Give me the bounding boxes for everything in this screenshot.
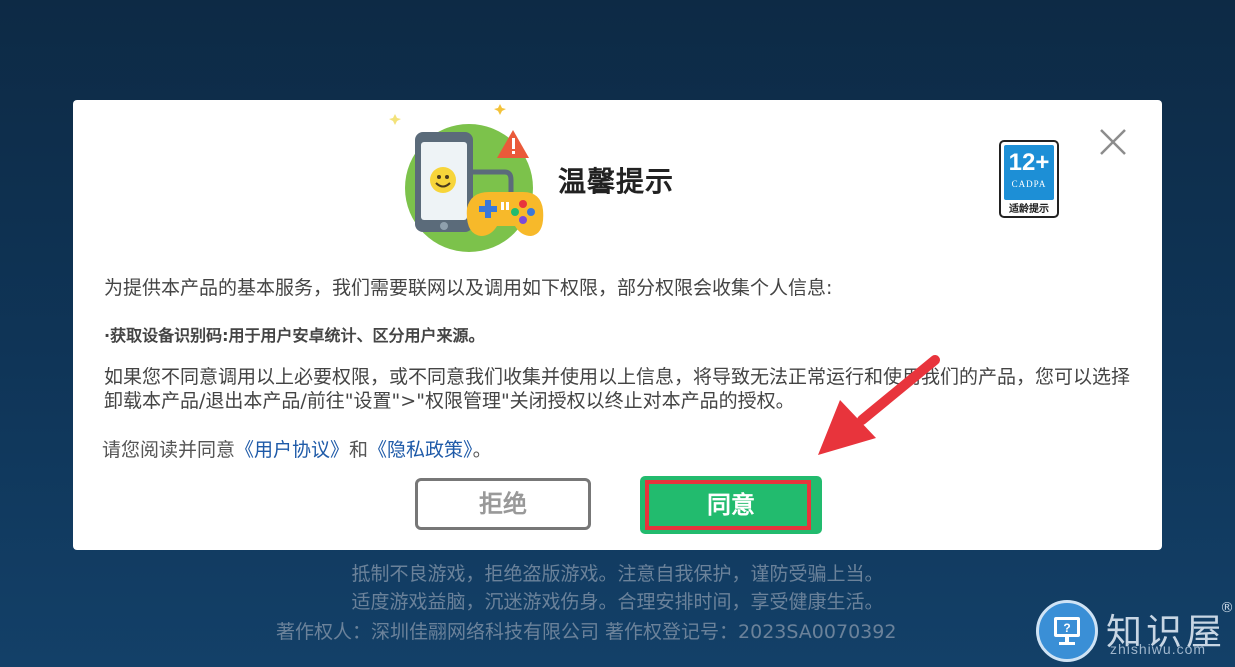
consent-line: 请您阅读并同意《用户协议》和《隐私政策》。 xyxy=(102,435,492,462)
intro-text: 为提供本产品的基本服务，我们需要联网以及调用如下权限，部分权限会收集个人信息: xyxy=(104,277,833,299)
footer-line-1: 抵制不良游戏，拒绝盗版游戏。注意自我保护，谨防受骗上当。 xyxy=(351,563,884,585)
consent-and: 和 xyxy=(349,439,369,461)
permission-dialog: 温馨提示 12+ CADPA 适龄提示 为提供本产品的基本服务，我们需要联网以及… xyxy=(73,100,1162,550)
help-monitor-icon: ? xyxy=(1036,600,1098,662)
age-rating-note: 适龄提示 xyxy=(1009,204,1049,215)
disclaimer-text: 如果您不同意调用以上必要权限，或不同意我们收集并使用以上信息，将导致无法正常运行… xyxy=(104,366,1131,412)
close-icon[interactable] xyxy=(1093,122,1133,162)
age-rating-badge: 12+ CADPA 适龄提示 xyxy=(999,140,1059,218)
permission-item: ·获取设备识别码:用于用户安卓统计、区分用户来源。 xyxy=(104,326,485,345)
refuse-button[interactable]: 拒绝 xyxy=(415,478,591,530)
age-rating-top: 12+ CADPA xyxy=(1004,145,1054,200)
privacy-policy-link[interactable]: 《隐私政策》 xyxy=(368,439,473,461)
age-rating-value: 12+ xyxy=(1008,149,1050,176)
consent-prefix: 请您阅读并同意 xyxy=(102,439,236,461)
user-agreement-link[interactable]: 《用户协议》 xyxy=(235,439,349,461)
consent-suffix: 。 xyxy=(472,439,492,461)
watermark-sub: zhishiwu.com xyxy=(1110,641,1207,657)
footer-copyright: 著作权人：深圳佳翮网络科技有限公司 著作权登记号：2023SA0070392 xyxy=(276,621,897,643)
dialog-title: 温馨提示 xyxy=(558,165,675,198)
game-phone-illustration xyxy=(389,104,544,252)
svg-text:?: ? xyxy=(1063,621,1070,635)
age-rating-org: CADPA xyxy=(1011,179,1047,189)
agree-button[interactable]: 同意 xyxy=(640,476,822,534)
watermark-registered: ® xyxy=(1220,600,1234,616)
